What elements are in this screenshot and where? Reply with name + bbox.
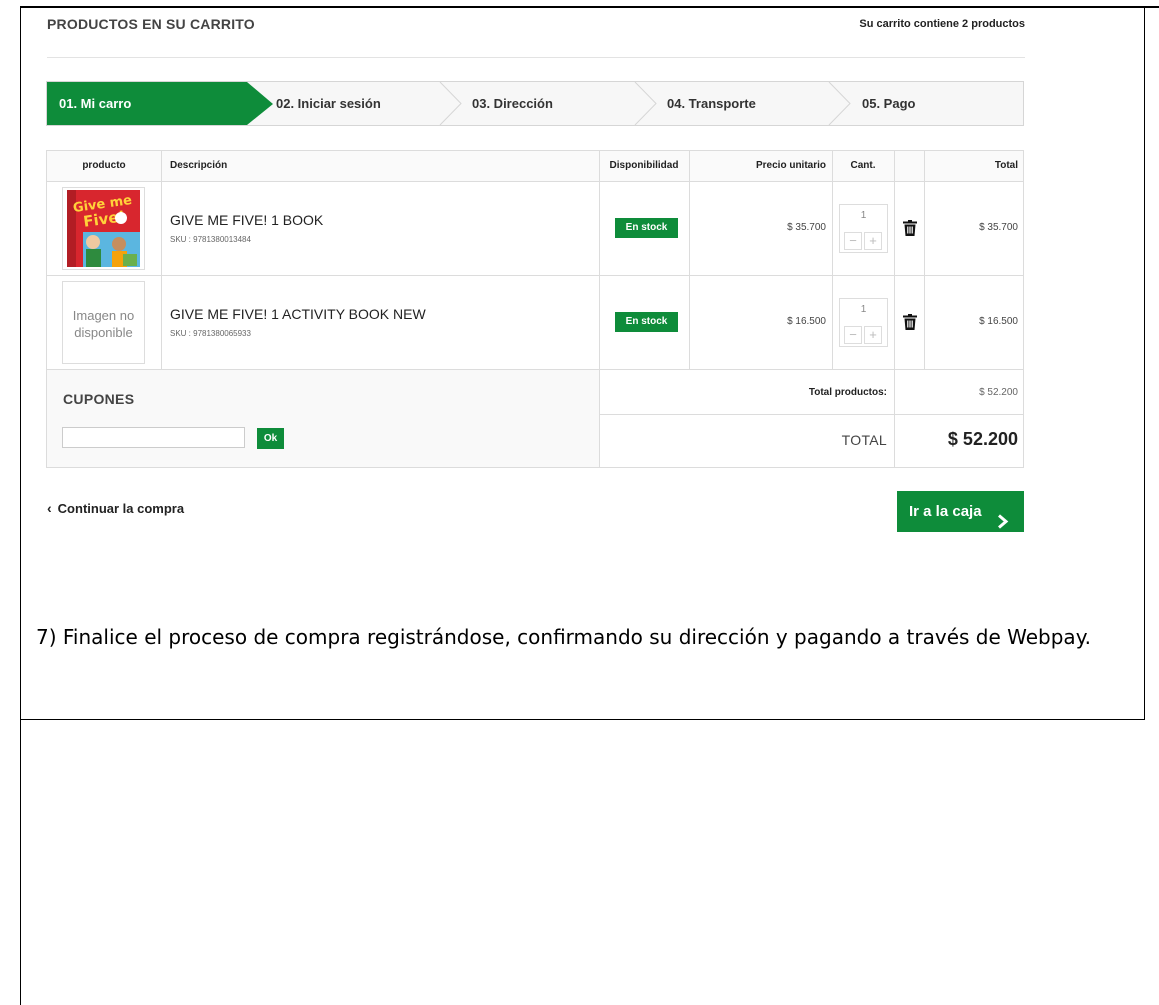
row-divider <box>599 414 1023 415</box>
step-divider <box>828 82 852 125</box>
document-frame-left <box>20 6 21 1005</box>
document-frame-right <box>1144 6 1145 720</box>
image-placeholder[interactable]: Imagen no disponible <box>62 281 145 364</box>
total-products-label: Total productos: <box>808 387 887 398</box>
checkout-button-label: Ir a la caja <box>909 503 982 520</box>
minus-icon[interactable]: − <box>844 232 862 250</box>
plus-icon[interactable]: + <box>864 232 882 250</box>
column-header-total: Total <box>994 160 1018 171</box>
quantity-stepper[interactable]: 1 − + <box>839 204 888 253</box>
column-header-unit-price: Precio unitario <box>755 160 826 171</box>
column-divider <box>832 151 833 369</box>
step-cart[interactable]: 01. Mi carro <box>47 82 247 125</box>
continue-shopping-link[interactable]: ‹ Continuar la compra <box>47 500 184 516</box>
document-frame-top <box>20 6 1159 8</box>
product-sku: SKU : 9781380065933 <box>170 329 251 338</box>
instruction-text: 7) Finalice el proceso de compra registr… <box>36 625 1092 649</box>
checkout-steps: 01. Mi carro 02. Iniciar sesión 03. Dire… <box>46 81 1024 126</box>
product-image[interactable]: Give me Five! <box>62 187 145 270</box>
checkout-button[interactable]: Ir a la caja <box>897 491 1024 532</box>
row-divider <box>47 275 1023 276</box>
column-header-product: producto <box>82 160 126 171</box>
column-divider <box>161 151 162 369</box>
product-name[interactable]: GIVE ME FIVE! 1 ACTIVITY BOOK NEW <box>170 306 426 322</box>
plus-icon[interactable]: + <box>864 326 882 344</box>
column-divider <box>924 151 925 369</box>
unit-price: $ 35.700 <box>787 222 826 233</box>
step-divider <box>634 82 658 125</box>
trash-icon[interactable] <box>903 314 917 330</box>
chevron-left-icon: ‹ <box>47 500 52 516</box>
step-address[interactable]: 03. Dirección <box>472 82 553 125</box>
cart-count: Su carrito contiene 2 productos <box>859 18 1025 30</box>
trash-icon[interactable] <box>903 220 917 236</box>
column-header-availability: Disponibilidad <box>609 160 679 171</box>
product-name[interactable]: GIVE ME FIVE! 1 BOOK <box>170 212 323 228</box>
cart-title: PRODUCTOS EN SU CARRITO <box>47 16 255 32</box>
quantity-input[interactable]: 1 <box>840 210 887 221</box>
product-sku: SKU : 9781380013484 <box>170 235 251 244</box>
step-login[interactable]: 02. Iniciar sesión <box>276 82 381 125</box>
row-divider <box>47 181 1023 182</box>
row-total: $ 16.500 <box>979 316 1018 327</box>
step-divider <box>439 82 463 125</box>
minus-icon[interactable]: − <box>844 326 862 344</box>
unit-price: $ 16.500 <box>787 316 826 327</box>
coupons-title: CUPONES <box>63 391 135 407</box>
chevron-right-icon <box>996 504 1010 529</box>
stock-badge: En stock <box>615 218 678 238</box>
quantity-stepper[interactable]: 1 − + <box>839 298 888 347</box>
continue-shopping-label: Continuar la compra <box>57 501 185 516</box>
coupon-ok-button[interactable]: Ok <box>257 428 284 449</box>
step-active-arrow <box>247 82 273 125</box>
column-divider <box>689 151 690 369</box>
grand-total-value: $ 52.200 <box>947 429 1018 449</box>
grand-total-label: TOTAL <box>841 432 887 448</box>
column-header-quantity: Cant. <box>850 160 876 171</box>
total-products-value: $ 52.200 <box>979 387 1018 398</box>
cart-table: producto Descripción Disponibilidad Prec… <box>46 150 1024 468</box>
coupon-area <box>47 369 599 467</box>
step-shipping[interactable]: 04. Transporte <box>667 82 756 125</box>
quantity-input[interactable]: 1 <box>840 304 887 315</box>
document-frame-bottom <box>20 719 1145 720</box>
stock-badge: En stock <box>615 312 678 332</box>
column-header-description: Descripción <box>170 160 228 171</box>
column-divider <box>599 151 600 467</box>
step-payment[interactable]: 05. Pago <box>862 82 915 125</box>
coupon-input[interactable] <box>62 427 245 448</box>
column-divider <box>894 151 895 467</box>
row-divider <box>47 369 1023 370</box>
row-total: $ 35.700 <box>979 222 1018 233</box>
cart-header: PRODUCTOS EN SU CARRITO Su carrito conti… <box>47 16 1025 58</box>
